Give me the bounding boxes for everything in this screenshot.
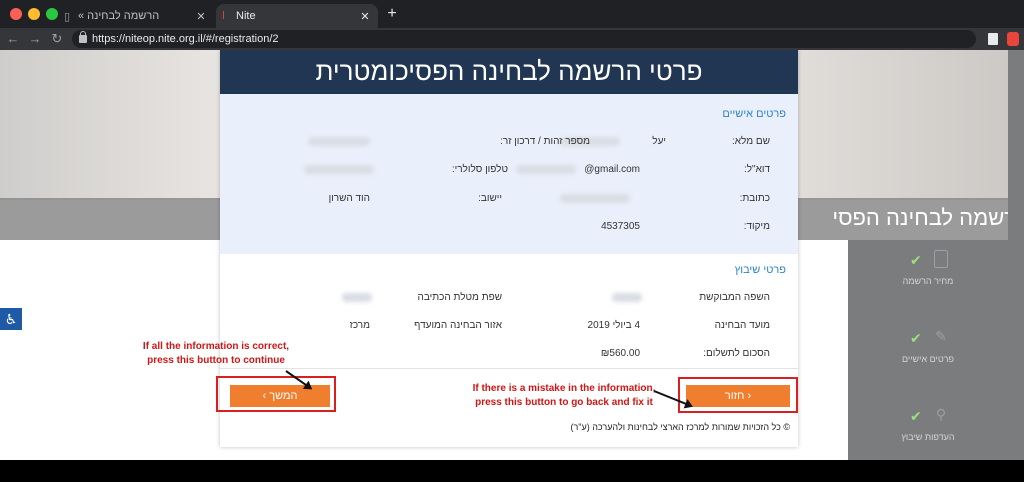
registration-steps-sidebar: ✔ מחיר הרשמה ✔ ✎ פרטים אישיים ✔ ⚲ העדפות… [848, 240, 1008, 460]
price-value: ₪560.00 [600, 348, 640, 359]
browser-tab-active[interactable]: ǀ Nite ✕ [216, 4, 378, 28]
redacted-email [516, 165, 576, 174]
step-label: העדפות שיבוץ [901, 432, 955, 442]
name-label: שם מלא: [732, 136, 770, 147]
clipboard-icon [934, 250, 948, 268]
annotation-box-back [678, 377, 798, 413]
annotation-box-next [216, 376, 336, 412]
tab-title: Nite [236, 10, 256, 22]
annotation-line: If all the information is correct, [142, 341, 290, 352]
redacted-id [308, 137, 370, 146]
page-scrollbar[interactable] [1008, 50, 1024, 460]
id-label: מספר זהות / דרכון זר: [500, 136, 590, 147]
personal-details-panel [220, 94, 798, 254]
step-label: פרטים אישיים [901, 354, 955, 364]
date-label: מועד הבחינה [714, 320, 770, 331]
pencil-icon: ✎ [935, 328, 947, 344]
redacted-address [560, 194, 630, 203]
modal-title: פרטי הרשמה לבחינה הפסיכומטרית [220, 50, 798, 94]
check-icon: ✔ [910, 252, 922, 268]
browser-tab-bar: ▯ הרשמה לבחינה » ✕ ǀ Nite ✕ + [0, 0, 1024, 28]
browser-tab[interactable]: ▯ הרשמה לבחינה » ✕ [58, 4, 214, 28]
shield-extension-icon[interactable] [1007, 32, 1019, 46]
close-window-button[interactable] [10, 8, 22, 20]
zip-value: 4537305 [601, 221, 640, 232]
new-tab-button[interactable]: + [384, 4, 400, 24]
reload-icon[interactable]: ↻ [50, 31, 64, 47]
step-item: ✔ ⚲ העדפות שיבוץ [848, 396, 1008, 456]
page-icon: ▯ [64, 10, 71, 23]
personal-section-title: פרטים אישיים [722, 108, 786, 120]
step-item: ✔ ✎ פרטים אישיים [848, 318, 1008, 378]
step-item: ✔ מחיר הרשמה [848, 240, 1008, 300]
phone-label: טלפון סלולרי: [451, 164, 508, 175]
accessibility-icon[interactable]: ♿ [0, 308, 22, 330]
minimize-window-button[interactable] [28, 8, 40, 20]
close-tab-icon[interactable]: ✕ [194, 10, 208, 23]
annotation-note-continue: If all the information is correct, press… [126, 340, 306, 368]
language-label: השפה המבוקשת [699, 292, 770, 303]
city-label: יישוב: [478, 193, 502, 204]
redacted-phone [304, 165, 374, 174]
back-arrow-icon[interactable]: ← [6, 31, 20, 47]
email-value: @gmail.com [584, 164, 640, 175]
placement-section-title: פרטי שיבוץ [734, 264, 786, 276]
step-label: מחיר הרשמה [902, 276, 954, 286]
nite-favicon-icon: ǀ [222, 10, 225, 22]
extension-icon[interactable] [988, 33, 998, 45]
lock-icon [79, 31, 87, 43]
annotation-line: press this button to go back and fix it [475, 397, 653, 408]
writing-language-label: שפת מטלת הכתיבה [417, 292, 502, 303]
date-value: 4 ביולי 2019 [587, 320, 640, 331]
banner-title: הרשמה לבחינה הפסי [832, 205, 1024, 230]
copyright-text: © כל הזכויות שמורות למרכז הארצי לבחינות … [570, 422, 790, 432]
address-label: כתובת: [739, 193, 770, 204]
redacted-writing-language [342, 293, 372, 302]
close-tab-icon[interactable]: ✕ [358, 10, 372, 23]
web-page: הרשמה לבחינה הפסי ✔ מחיר הרשמה ✔ ✎ פרטים… [0, 50, 1024, 460]
redacted-language [612, 293, 642, 302]
region-value: מרכז [349, 320, 370, 331]
city-value: הוד השרון [328, 193, 370, 204]
bottom-bar [0, 460, 1024, 482]
divider [220, 368, 798, 369]
zip-label: מיקוד: [743, 221, 770, 232]
browser-toolbar: ← → ↻ https://niteop.nite.org.il/#/regis… [0, 28, 1024, 50]
pin-icon: ⚲ [935, 406, 947, 422]
annotation-line: If there is a mistake in the information… [472, 383, 656, 394]
name-value: יעל [652, 136, 666, 147]
annotation-note-back: If there is a mistake in the information… [452, 382, 676, 410]
annotation-line: press this button to continue [147, 355, 285, 366]
tab-title: הרשמה לבחינה » [78, 10, 160, 22]
maximize-window-button[interactable] [46, 8, 58, 20]
check-icon: ✔ [910, 330, 922, 346]
url-text: https://niteop.nite.org.il/#/registratio… [92, 33, 279, 45]
region-label: אזור הבחינה המועדף [414, 320, 502, 331]
forward-arrow-icon[interactable]: → [28, 31, 42, 47]
check-icon: ✔ [910, 408, 922, 424]
address-bar[interactable]: https://niteop.nite.org.il/#/registratio… [72, 30, 976, 48]
price-label: הסכום לתשלום: [703, 348, 770, 359]
email-label: דוא"ל: [743, 164, 770, 175]
